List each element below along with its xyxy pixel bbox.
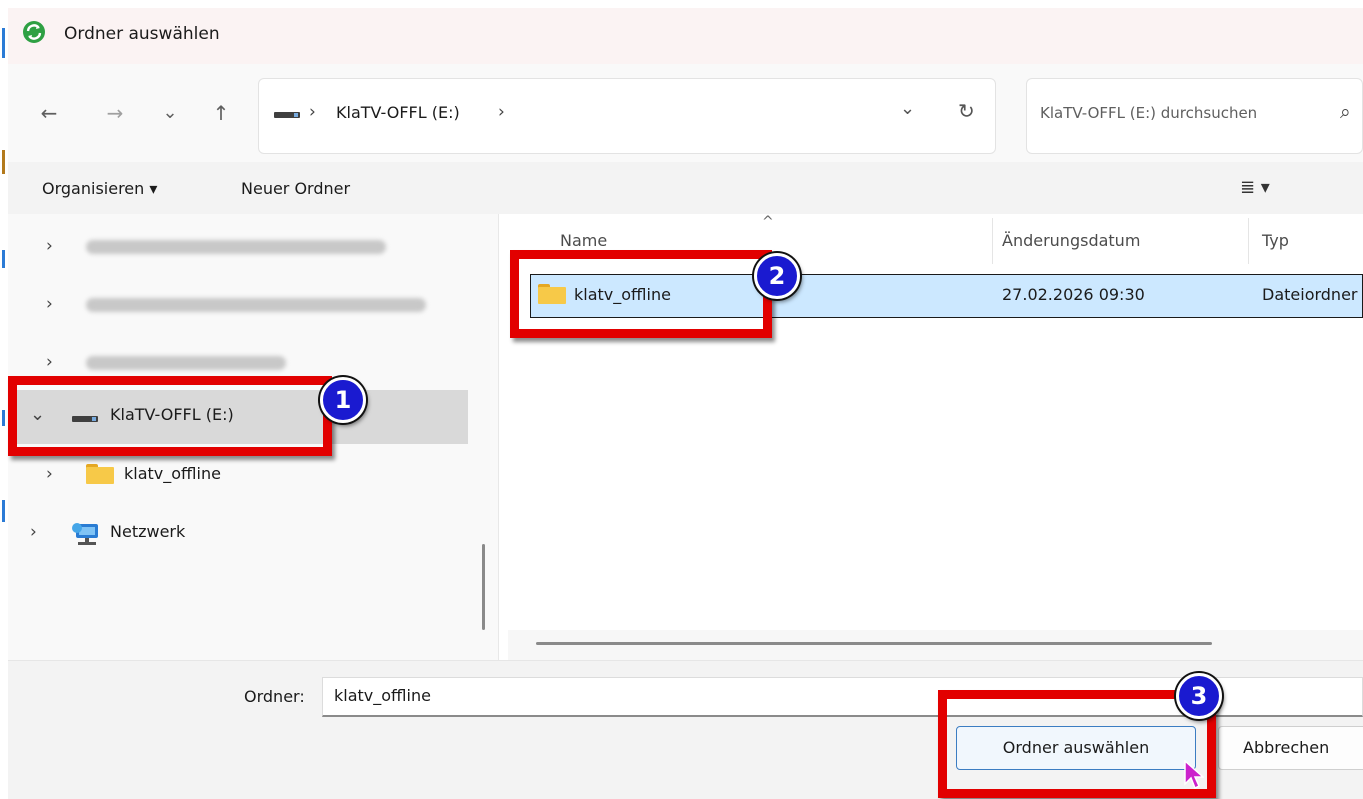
step3-badge: 3: [1176, 673, 1222, 719]
recent-locations-icon[interactable]: ⌄: [153, 96, 187, 130]
search-input[interactable]: KlaTV-OFFL (E:) durchsuchen: [1040, 104, 1257, 122]
breadcrumb-drive[interactable]: KlaTV-OFFL (E:): [336, 103, 460, 122]
expand-chevron-icon[interactable]: ›: [46, 464, 53, 484]
tree-item-network[interactable]: Netzwerk: [110, 522, 185, 541]
back-icon[interactable]: ←: [32, 96, 66, 130]
address-dropdown-icon[interactable]: ⌄: [900, 98, 915, 119]
column-divider[interactable]: [1248, 218, 1249, 264]
sort-arrow-icon: ^: [762, 214, 774, 230]
file-row-type: Dateiordner: [1262, 285, 1358, 304]
tree-item-klatv-offline[interactable]: klatv_offline: [124, 464, 221, 483]
background-window-edge: [0, 0, 8, 798]
search-icon: ⌕: [1340, 101, 1351, 123]
column-header-type[interactable]: Typ: [1262, 231, 1289, 250]
view-options-icon[interactable]: ≣ ▾: [1240, 177, 1270, 198]
column-header-date[interactable]: Änderungsdatum: [1002, 231, 1140, 250]
refresh-icon[interactable]: ↻: [958, 99, 975, 123]
sync-app-icon: [23, 21, 45, 43]
command-bar: [8, 162, 1363, 214]
expand-chevron-icon[interactable]: ›: [46, 352, 53, 372]
step2-badge: 2: [754, 253, 800, 299]
folder-field-label: Ordner:: [244, 687, 305, 706]
highlight-box-step2: [510, 250, 772, 338]
column-header-name[interactable]: Name: [560, 231, 607, 250]
blurred-drive-item[interactable]: [86, 298, 426, 312]
column-divider[interactable]: [992, 218, 993, 264]
expand-chevron-icon[interactable]: ›: [30, 522, 37, 542]
expand-chevron-icon[interactable]: ›: [46, 294, 53, 314]
horizontal-scroll-area: [508, 630, 1363, 660]
organize-menu[interactable]: Organisieren ▾: [42, 179, 157, 198]
window-title: Ordner auswählen: [64, 24, 220, 44]
up-icon[interactable]: ↑: [204, 96, 238, 130]
forward-icon[interactable]: →: [98, 96, 132, 130]
new-folder-button[interactable]: Neuer Ordner: [241, 179, 350, 198]
highlight-box-step3: [938, 690, 1216, 798]
folder-icon: [86, 464, 114, 484]
blurred-drive-item[interactable]: [86, 356, 286, 370]
network-icon: [72, 523, 98, 545]
folder-name-value[interactable]: klatv_offline: [334, 686, 431, 705]
step1-badge: 1: [320, 377, 366, 423]
cancel-button[interactable]: Abbrechen: [1218, 726, 1363, 770]
expand-chevron-icon[interactable]: ›: [46, 236, 53, 256]
highlight-box-step1: [8, 376, 332, 456]
blurred-drive-item[interactable]: [86, 240, 386, 254]
breadcrumb-separator: ›: [309, 102, 316, 122]
breadcrumb-separator[interactable]: ›: [498, 102, 505, 122]
drive-icon: [274, 112, 300, 118]
vertical-scrollbar[interactable]: [482, 544, 485, 630]
file-row-date: 27.02.2026 09:30: [1002, 285, 1145, 304]
horizontal-scrollbar[interactable]: [536, 642, 1212, 645]
